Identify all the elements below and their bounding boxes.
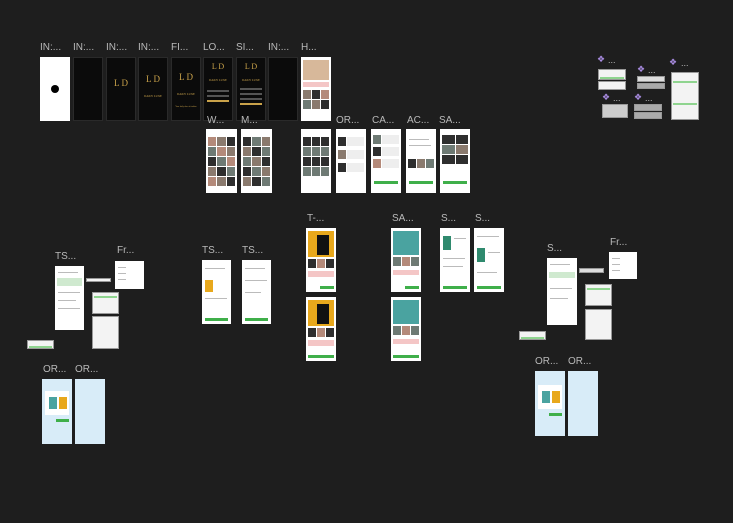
frame-label-ac[interactable]: AC... [407,115,429,127]
dropdown-component[interactable] [86,278,111,282]
logo-monogram: L D [179,72,193,82]
frame-label-s2[interactable]: S... [475,213,490,225]
logo-brand: DAILY LUXE [242,78,260,82]
frame-lo[interactable]: L D DAILY LUXE [203,57,233,121]
dropdown-component[interactable] [92,292,119,314]
frame-s1[interactable] [440,228,470,292]
component-card[interactable] [598,81,626,90]
frame-si[interactable]: L D DAILY LUXE [236,57,266,121]
dropdown-component[interactable] [585,284,612,306]
frame-label-fi[interactable]: FI... [171,42,188,54]
frame-label-ts1[interactable]: TS... [55,251,76,263]
component-label-5[interactable]: ... [645,92,653,104]
frame-or3[interactable] [75,379,105,444]
frame-label-or2[interactable]: OR... [43,364,66,376]
component-icon: ❖ [634,92,643,102]
logo-brand: DAILY LUXE [144,94,162,98]
component-label-3[interactable]: ... [681,57,689,69]
frame-sa2-1[interactable] [391,228,421,292]
component-card[interactable] [671,72,699,120]
component-card[interactable] [602,104,628,118]
frame-in1[interactable] [40,57,70,121]
frame-ts1[interactable] [55,266,84,330]
frame-m[interactable] [241,129,272,193]
component-label-2[interactable]: ... [648,64,656,76]
component-label-1[interactable]: ... [608,54,616,66]
component-icon: ❖ [669,57,678,67]
frame-label-si[interactable]: SI... [236,42,254,54]
frame-label-or4[interactable]: OR... [535,356,558,368]
frame-label-lo[interactable]: LO... [203,42,225,54]
frame-products-grid[interactable] [301,129,331,193]
component-icon: ❖ [602,92,611,102]
frame-sa1[interactable] [440,129,470,193]
splash-dot [51,85,59,93]
frame-label-in5[interactable]: IN:... [268,42,289,54]
toast-component[interactable] [519,331,546,340]
frame-label-in4[interactable]: IN:... [138,42,159,54]
component-card[interactable] [634,104,662,111]
frame-fr1[interactable] [115,261,144,289]
frame-label-or1[interactable]: OR... [336,115,359,127]
frame-label-sa1[interactable]: SA... [439,115,461,127]
logo-monogram: L D [146,74,160,84]
frame-label-w[interactable]: W... [207,115,224,127]
frame-label-in1[interactable]: IN:... [40,42,61,54]
frame-or5[interactable] [568,371,598,436]
component-label-4[interactable]: ... [613,92,621,104]
frame-in4[interactable]: L D DAILY LUXE [138,57,168,121]
logo-monogram: L D [211,62,225,71]
frame-or2[interactable] [42,379,72,444]
logo-brand: DAILY LUXE [209,78,227,82]
component-card[interactable] [634,112,662,119]
frame-in3[interactable]: L D [106,57,136,121]
frame-t-2[interactable] [306,297,336,361]
dropdown-component[interactable] [92,316,119,349]
frame-t-1[interactable] [306,228,336,292]
frame-label-ts2[interactable]: TS... [202,245,223,257]
frame-in5[interactable] [268,57,298,121]
toast-component[interactable] [27,340,54,349]
frame-label-s3[interactable]: S... [547,243,562,255]
frame-ts2[interactable] [202,260,231,324]
component-icon: ❖ [597,54,606,64]
frame-fr2[interactable] [609,252,637,279]
frame-label-sa2[interactable]: SA... [392,213,414,225]
dropdown-component[interactable] [579,268,604,273]
component-card[interactable] [637,83,665,89]
frame-ts3[interactable] [242,260,271,324]
frame-sa2-2[interactable] [391,297,421,361]
frame-label-s1[interactable]: S... [441,213,456,225]
frame-fi[interactable]: L D DAILY LUXE Your daily dose of fashio… [171,57,201,121]
frame-or1[interactable] [336,129,366,193]
dropdown-component[interactable] [585,309,612,340]
component-card[interactable] [598,69,626,80]
frame-label-in3[interactable]: IN:... [106,42,127,54]
logo-brand: DAILY LUXE [177,92,195,96]
frame-w[interactable] [206,129,237,193]
component-icon: ❖ [637,64,646,74]
component-card[interactable] [637,76,665,82]
frame-label-or3[interactable]: OR... [75,364,98,376]
logo-monogram: L D [244,62,258,71]
logo-monogram: L D [114,78,128,88]
frame-label-ts3[interactable]: TS... [242,245,263,257]
frame-h[interactable] [301,57,331,121]
frame-s3[interactable] [547,258,577,325]
frame-label-in2[interactable]: IN:... [73,42,94,54]
frame-label-fr2[interactable]: Fr... [610,237,627,249]
frame-label-fr1[interactable]: Fr... [117,245,134,257]
frame-label-m[interactable]: M... [241,115,258,127]
frame-ca[interactable] [371,129,401,193]
frame-or4[interactable] [535,371,565,436]
frame-ac[interactable] [406,129,436,193]
logo-tagline: Your daily dose of fashion [175,106,197,108]
frame-in2[interactable] [73,57,103,121]
frame-label-or5[interactable]: OR... [568,356,591,368]
frame-label-h[interactable]: H... [301,42,317,54]
frame-label-ca[interactable]: CA... [372,115,394,127]
frame-s2[interactable] [474,228,504,292]
canvas[interactable]: { "frames": { "in1": "IN:...", "in2": "I… [0,0,733,523]
frame-label-t[interactable]: T-... [307,213,324,225]
